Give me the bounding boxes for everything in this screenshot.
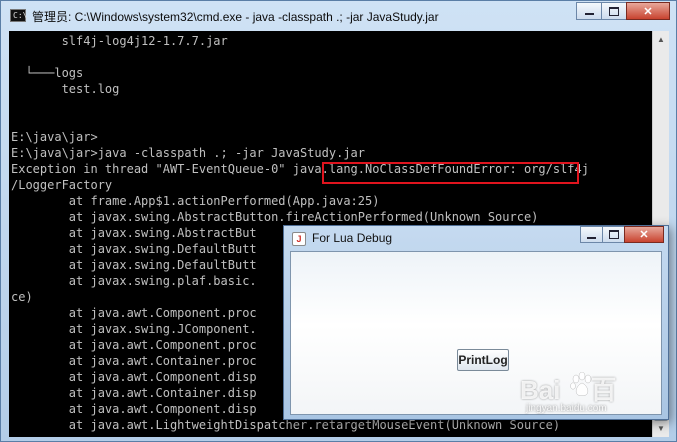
close-icon: ✕ xyxy=(639,229,649,241)
console-line: ce) xyxy=(11,290,33,304)
cmd-app-icon[interactable]: C:\ xyxy=(10,9,27,22)
maximize-icon xyxy=(609,6,619,16)
minimize-icon xyxy=(587,236,596,239)
console-line: E:\java\jar>java -classpath .; -jar Java… xyxy=(11,146,366,160)
scroll-up-icon[interactable]: ▲ xyxy=(653,31,669,48)
console-line: at javax.swing.JComponent. xyxy=(11,322,257,336)
minimize-icon xyxy=(584,13,594,15)
console-line: at javax.swing.AbstractBut xyxy=(11,226,257,240)
console-line: at frame.App$1.actionPerformed(App.java:… xyxy=(11,194,380,208)
console-line: at javax.swing.plaf.basic. xyxy=(11,274,257,288)
console-line: at java.awt.Component.proc xyxy=(11,306,257,320)
cmd-maximize-button[interactable] xyxy=(601,2,627,20)
swing-window-controls: ✕ xyxy=(580,226,664,243)
console-line: slf4j-log4j12-1.7.7.jar xyxy=(11,34,228,48)
swing-close-button[interactable]: ✕ xyxy=(624,226,664,243)
cmd-titlebar[interactable]: C:\ 管理员: C:\Windows\system32\cmd.exe - j… xyxy=(1,1,676,31)
swing-minimize-button[interactable] xyxy=(580,226,603,243)
console-line: /LoggerFactory xyxy=(11,178,113,192)
cmd-window-title: 管理员: C:\Windows\system32\cmd.exe - java … xyxy=(32,10,439,24)
printlog-button[interactable]: PrintLog xyxy=(457,349,509,371)
swing-content-pane: PrintLog xyxy=(290,251,662,415)
console-line: E:\java\jar> xyxy=(11,130,98,144)
console-line: └───logs xyxy=(11,66,84,80)
console-line: at java.awt.Container.proc xyxy=(11,354,257,368)
error-highlight-box xyxy=(322,162,579,184)
console-line: test.log xyxy=(11,82,120,96)
cmd-minimize-button[interactable] xyxy=(576,2,602,20)
scroll-down-icon[interactable]: ▼ xyxy=(653,420,669,437)
console-line: at javax.swing.DefaultButt xyxy=(11,242,257,256)
java-icon[interactable]: J xyxy=(292,232,306,246)
swing-window-title: For Lua Debug xyxy=(312,231,393,245)
swing-titlebar[interactable]: J For Lua Debug ✕ xyxy=(284,226,668,251)
console-line: at java.awt.Component.disp xyxy=(11,370,257,384)
console-line: at javax.swing.DefaultButt xyxy=(11,258,257,272)
swing-window: J For Lua Debug ✕ PrintLog xyxy=(283,225,669,420)
close-icon: ✕ xyxy=(643,5,653,18)
cmd-window-controls: ✕ xyxy=(576,2,670,20)
console-line: at java.awt.Container.disp xyxy=(11,386,257,400)
console-line: at java.awt.Component.proc xyxy=(11,338,257,352)
console-line: at java.awt.LightweightDispatcher.retarg… xyxy=(11,418,561,432)
console-line: at javax.swing.AbstractButton.fireAction… xyxy=(11,210,539,224)
maximize-icon xyxy=(608,230,619,239)
cmd-close-button[interactable]: ✕ xyxy=(626,2,670,20)
swing-maximize-button[interactable] xyxy=(602,226,625,243)
console-line: at java.awt.Component.disp xyxy=(11,402,257,416)
